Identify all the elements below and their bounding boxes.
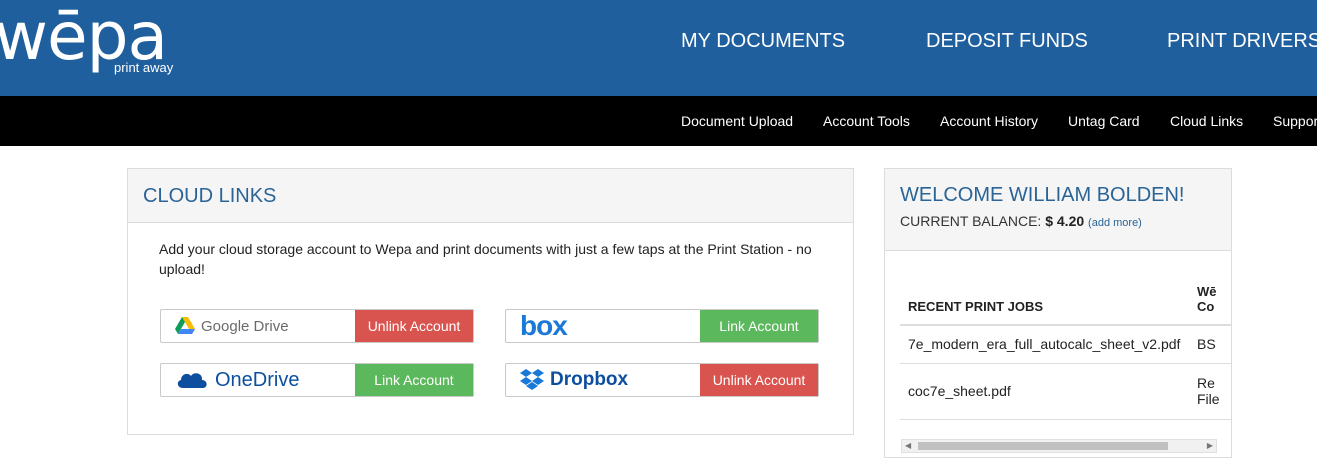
box-logo: box	[520, 310, 568, 341]
job-status: BS	[1189, 325, 1231, 364]
onedrive-logo: OneDrive	[161, 364, 355, 396]
sub-nav: Document Upload Account Tools Account Hi…	[0, 96, 1317, 146]
service-google-drive: Google Drive Unlink Account	[160, 309, 474, 343]
cloud-links-title: CLOUD LINKS	[143, 185, 277, 207]
subnav-untag-card[interactable]: Untag Card	[1068, 113, 1140, 129]
add-more-link[interactable]: (add more)	[1088, 217, 1142, 229]
subnav-support[interactable]: Support	[1273, 113, 1317, 129]
onedrive-label: OneDrive	[215, 368, 300, 391]
nav-my-documents[interactable]: MY DOCUMENTS	[681, 30, 845, 53]
subnav-account-history[interactable]: Account History	[940, 113, 1038, 129]
welcome-panel: WELCOME WILLIAM BOLDEN! CURRENT BALANCE:…	[884, 168, 1232, 458]
google-drive-label: Google Drive	[201, 317, 289, 335]
dropbox-icon	[520, 369, 544, 390]
service-box: box Link Account	[505, 309, 819, 343]
dropbox-logo: Dropbox	[506, 364, 700, 396]
box-link-button[interactable]: Link Account	[700, 310, 818, 342]
google-drive-icon	[175, 317, 195, 334]
horizontal-scrollbar[interactable]: ◀ ▶	[901, 439, 1217, 453]
balance-value: $ 4.20	[1045, 213, 1085, 229]
box-logo-wrap: box	[506, 310, 700, 342]
logo-tagline: print away	[114, 60, 174, 75]
recent-print-jobs-table: RECENT PRINT JOBS Wē Co 7e_modern_era_ful…	[900, 269, 1231, 420]
table-header-row: RECENT PRINT JOBS Wē Co	[900, 269, 1231, 326]
service-onedrive: OneDrive Link Account	[160, 363, 474, 397]
main-nav: MY DOCUMENTS DEPOSIT FUNDS PRINT DRIVERS	[0, 30, 1317, 56]
onedrive-icon	[177, 373, 207, 388]
welcome-title: WELCOME WILLIAM BOLDEN!	[900, 184, 1185, 206]
current-balance: CURRENT BALANCE: $ 4.20 (add more)	[900, 213, 1231, 229]
welcome-header: WELCOME WILLIAM BOLDEN! CURRENT BALANCE:…	[885, 169, 1231, 251]
scroll-right-icon[interactable]: ▶	[1207, 440, 1213, 452]
dropbox-unlink-button[interactable]: Unlink Account	[700, 364, 818, 396]
jobs-col2-header: Wē Co	[1189, 269, 1231, 326]
dropbox-label: Dropbox	[550, 369, 629, 390]
job-reprint-link[interactable]: Re File	[1189, 363, 1231, 420]
nav-print-drivers[interactable]: PRINT DRIVERS	[1167, 30, 1317, 53]
subnav-cloud-links[interactable]: Cloud Links	[1170, 113, 1243, 129]
job-file-name: coc7e_sheet.pdf	[900, 363, 1189, 420]
service-dropbox: Dropbox Unlink Account	[505, 363, 819, 397]
google-drive-logo: Google Drive	[161, 310, 355, 342]
jobs-header: RECENT PRINT JOBS	[900, 269, 1189, 326]
scroll-left-icon[interactable]: ◀	[905, 440, 911, 452]
cloud-links-description: Add your cloud storage account to Wepa a…	[159, 241, 812, 277]
nav-deposit-funds[interactable]: DEPOSIT FUNDS	[926, 30, 1088, 53]
cloud-links-header: CLOUD LINKS	[128, 169, 853, 223]
subnav-account-tools[interactable]: Account Tools	[823, 113, 910, 129]
top-header: wēpa print away MY DOCUMENTS DEPOSIT FUN…	[0, 0, 1317, 96]
google-drive-unlink-button[interactable]: Unlink Account	[355, 310, 473, 342]
subnav-document-upload[interactable]: Document Upload	[681, 113, 793, 129]
table-row: coc7e_sheet.pdf Re File	[900, 363, 1231, 420]
table-row: 7e_modern_era_full_autocalc_sheet_v2.pdf…	[900, 325, 1231, 364]
balance-label: CURRENT BALANCE:	[900, 213, 1042, 229]
onedrive-link-button[interactable]: Link Account	[355, 364, 473, 396]
job-file-name: 7e_modern_era_full_autocalc_sheet_v2.pdf	[900, 325, 1189, 364]
